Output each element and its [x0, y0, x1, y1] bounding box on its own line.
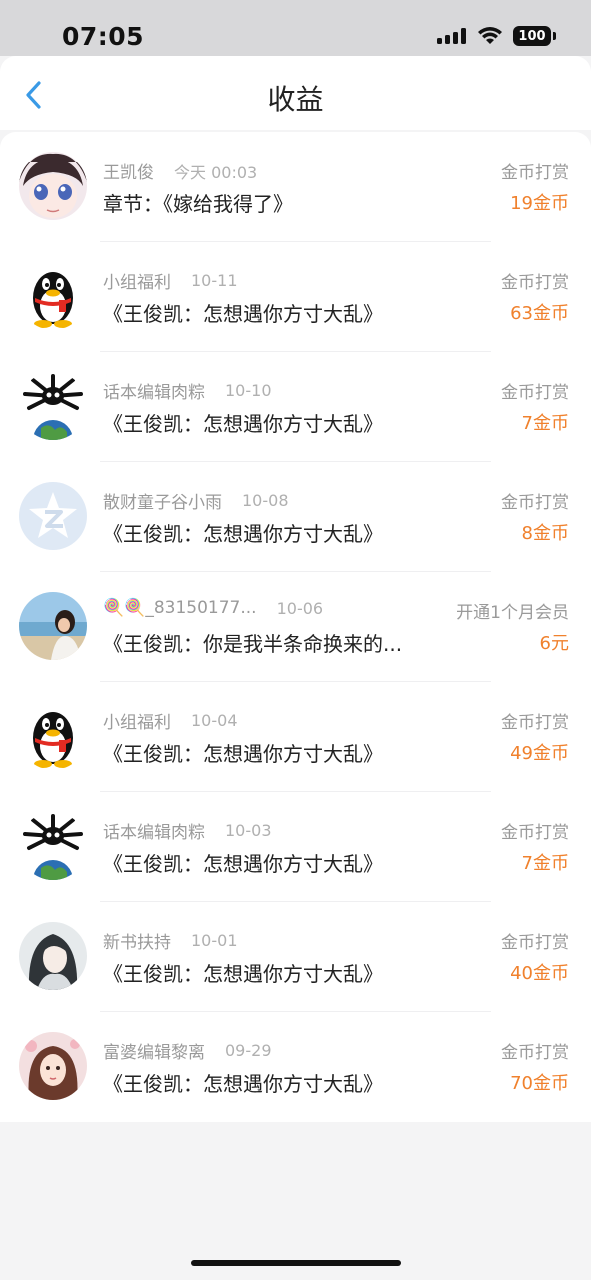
- item-title: 《王俊凯：怎想遇你方寸大乱》: [103, 522, 383, 546]
- item-date: 10-06: [276, 598, 324, 618]
- reward-amount: 6元: [539, 633, 569, 654]
- sender-line: 小组福利 10-11: [103, 268, 238, 293]
- signal-icon: [437, 28, 466, 44]
- sender-line: 新书扶持 10-01: [103, 928, 238, 953]
- skull-earth-avatar[interactable]: [19, 812, 87, 880]
- item-date: 今天 00:03: [174, 162, 258, 182]
- wifi-icon: [478, 27, 502, 44]
- list-item[interactable]: 🍭🍭_83150177... 10-06 《王俊凯：你是我半条命换来的... 开…: [0, 572, 591, 682]
- item-title: 章节：《嫁给我得了》: [103, 192, 293, 216]
- item-date: 10-08: [242, 491, 289, 510]
- sender-line: 话本编辑肉粽 10-10: [103, 378, 272, 403]
- reward-amount: 40金币: [510, 963, 569, 984]
- item-title: 《王俊凯：怎想遇你方寸大乱》: [103, 412, 383, 436]
- sender-name: 王凯俊: [103, 163, 154, 183]
- battery-level: 100: [518, 28, 546, 44]
- list-item[interactable]: 小组福利 10-11 《王俊凯：怎想遇你方寸大乱》 金币打赏 63金币: [0, 242, 591, 352]
- list-item[interactable]: 话本编辑肉粽 10-03 《王俊凯：怎想遇你方寸大乱》 金币打赏 7金币: [0, 792, 591, 902]
- list-item[interactable]: 王凯俊 今天 00:03 章节：《嫁给我得了》 金币打赏 19金币: [0, 132, 591, 242]
- list-item[interactable]: 话本编辑肉粽 10-10 《王俊凯：怎想遇你方寸大乱》 金币打赏 7金币: [0, 352, 591, 462]
- sender-line: 🍭🍭_83150177... 10-06: [103, 598, 323, 618]
- reward-amount: 63金币: [510, 303, 569, 324]
- system-icons: 100: [437, 26, 556, 46]
- reward-type: 金币打赏: [501, 273, 569, 293]
- item-date: 09-29: [225, 1041, 272, 1060]
- qq-penguin-avatar[interactable]: [19, 262, 87, 330]
- item-title: 《王俊凯：你是我半条命换来的...: [103, 632, 403, 656]
- reward-type: 金币打赏: [501, 1043, 569, 1063]
- sender-line: 话本编辑肉粽 10-03: [103, 818, 272, 843]
- sender-name: 富婆编辑黎离: [103, 1043, 205, 1063]
- reward-type: 金币打赏: [501, 493, 569, 513]
- ancient-portrait-avatar[interactable]: [19, 922, 87, 990]
- reward-type: 金币打赏: [501, 163, 569, 183]
- reward-amount: 7金币: [521, 853, 569, 874]
- item-date: 10-10: [225, 381, 272, 400]
- reward-type: 金币打赏: [501, 713, 569, 733]
- earnings-list: 王凯俊 今天 00:03 章节：《嫁给我得了》 金币打赏 19金币 小组福利 1…: [0, 132, 591, 1122]
- home-indicator[interactable]: [191, 1260, 401, 1266]
- skull-earth-avatar[interactable]: [19, 372, 87, 440]
- anime-girl-avatar[interactable]: [19, 152, 87, 220]
- nav-header: 收益: [0, 56, 591, 130]
- sender-line: 王凯俊 今天 00:03: [103, 158, 258, 184]
- sender-name: 🍭🍭_83150177...: [103, 598, 257, 618]
- item-title: 《王俊凯：怎想遇你方寸大乱》: [103, 742, 383, 766]
- qq-penguin-avatar[interactable]: [19, 702, 87, 770]
- item-title: 《王俊凯：怎想遇你方寸大乱》: [103, 1072, 383, 1096]
- list-item[interactable]: 小组福利 10-04 《王俊凯：怎想遇你方寸大乱》 金币打赏 49金币: [0, 682, 591, 792]
- item-date: 10-04: [191, 711, 238, 730]
- sender-name: 散财童子谷小雨: [103, 493, 222, 513]
- item-date: 10-01: [191, 931, 238, 950]
- list-item[interactable]: 富婆编辑黎离 09-29 《王俊凯：怎想遇你方寸大乱》 金币打赏 70金币: [0, 1012, 591, 1122]
- status-time: 07:05: [62, 22, 145, 51]
- reward-type: 金币打赏: [501, 933, 569, 953]
- painted-girl-avatar[interactable]: [19, 1032, 87, 1100]
- sender-name: 小组福利: [103, 273, 171, 293]
- reward-type: 金币打赏: [501, 383, 569, 403]
- item-title: 《王俊凯：怎想遇你方寸大乱》: [103, 852, 383, 876]
- sender-name: 话本编辑肉粽: [103, 383, 205, 403]
- sender-line: 小组福利 10-04: [103, 708, 238, 733]
- battery-icon: 100: [513, 26, 556, 46]
- reward-amount: 70金币: [510, 1073, 569, 1094]
- item-title: 《王俊凯：怎想遇你方寸大乱》: [103, 302, 383, 326]
- status-bar: 07:05 100: [0, 0, 591, 56]
- sender-line: 富婆编辑黎离 09-29: [103, 1038, 272, 1063]
- sender-name: 小组福利: [103, 713, 171, 733]
- item-date: 10-03: [225, 821, 272, 840]
- page-title: 收益: [267, 83, 324, 116]
- item-date: 10-11: [191, 271, 238, 290]
- reward-type: 开通1个月会员: [456, 603, 569, 623]
- reward-amount: 19金币: [510, 193, 569, 214]
- list-item[interactable]: 新书扶持 10-01 《王俊凯：怎想遇你方寸大乱》 金币打赏 40金币: [0, 902, 591, 1012]
- reward-amount: 49金币: [510, 743, 569, 764]
- beach-photo-avatar[interactable]: [19, 592, 87, 660]
- sender-line: 散财童子谷小雨 10-08: [103, 488, 289, 513]
- reward-amount: 8金币: [521, 523, 569, 544]
- qzone-star-avatar[interactable]: [19, 482, 87, 550]
- reward-type: 金币打赏: [501, 823, 569, 843]
- reward-amount: 7金币: [521, 413, 569, 434]
- list-item[interactable]: 散财童子谷小雨 10-08 《王俊凯：怎想遇你方寸大乱》 金币打赏 8金币: [0, 462, 591, 572]
- sender-name: 新书扶持: [103, 933, 171, 953]
- item-title: 《王俊凯：怎想遇你方寸大乱》: [103, 962, 383, 986]
- sender-name: 话本编辑肉粽: [103, 823, 205, 843]
